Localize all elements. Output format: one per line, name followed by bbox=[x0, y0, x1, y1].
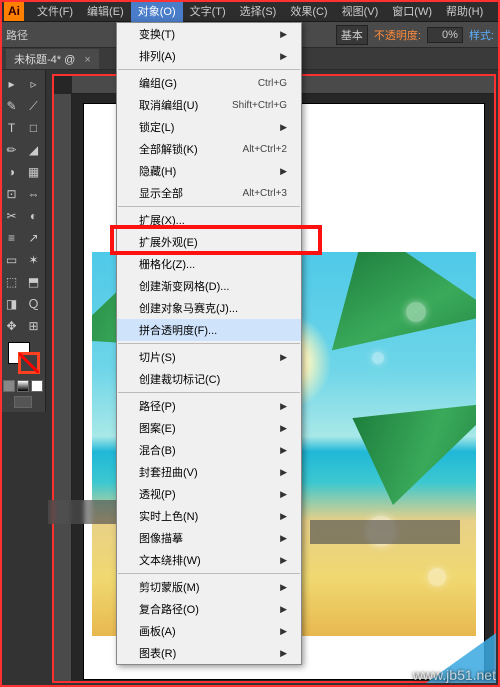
menu-item[interactable]: 扩展(X)... bbox=[117, 209, 301, 231]
tool-22[interactable]: ✥ bbox=[2, 316, 22, 336]
menu-item[interactable]: 剪切蒙版(M)▶ bbox=[117, 576, 301, 598]
tool-8[interactable]: ◑ bbox=[2, 162, 22, 182]
opacity-label: 不透明度: bbox=[374, 27, 421, 43]
tool-19[interactable]: ⬒ bbox=[24, 272, 44, 292]
tool-13[interactable]: ◐ bbox=[24, 206, 44, 226]
menu-item[interactable]: 锁定(L)▶ bbox=[117, 116, 301, 138]
tool-14[interactable]: ≡ bbox=[2, 228, 22, 248]
object-menu-dropdown: 变换(T)▶排列(A)▶ 编组(G)Ctrl+G取消编组(U)Shift+Ctrl… bbox=[116, 22, 302, 665]
tool-23[interactable]: ⊞ bbox=[24, 316, 44, 336]
tool-21[interactable]: Ｑ bbox=[24, 294, 44, 314]
tool-16[interactable]: ▭ bbox=[2, 250, 22, 270]
menu-item[interactable]: 栅格化(Z)... bbox=[117, 253, 301, 275]
menu-item[interactable]: 显示全部Alt+Ctrl+3 bbox=[117, 182, 301, 204]
menu-item[interactable]: 创建渐变网格(D)... bbox=[117, 275, 301, 297]
menu-8[interactable]: 帮助(H) bbox=[439, 0, 490, 22]
tool-5[interactable]: □ bbox=[24, 118, 44, 138]
tool-9[interactable]: ▦ bbox=[24, 162, 44, 182]
menu-7[interactable]: 窗口(W) bbox=[385, 0, 439, 22]
menu-2[interactable]: 对象(O) bbox=[131, 0, 183, 22]
tool-0[interactable]: ▸ bbox=[2, 74, 22, 94]
tab-title: 未标题-4* bbox=[14, 54, 61, 66]
menu-item[interactable]: 编组(G)Ctrl+G bbox=[117, 72, 301, 94]
menu-item[interactable]: 文本绕排(W)▶ bbox=[117, 549, 301, 571]
tool-11[interactable]: ⇔ bbox=[24, 184, 44, 204]
screen-mode-icon[interactable] bbox=[14, 396, 32, 408]
menu-4[interactable]: 选择(S) bbox=[233, 0, 284, 22]
menubar: Ai 文件(F)编辑(E)对象(O)文字(T)选择(S)效果(C)视图(V)窗口… bbox=[0, 0, 500, 22]
menu-item[interactable]: 取消编组(U)Shift+Ctrl+G bbox=[117, 94, 301, 116]
watermark-text: www.jb51.net bbox=[413, 667, 496, 683]
menu-item[interactable]: 创建裁切标记(C) bbox=[117, 368, 301, 390]
color-mode-icon[interactable] bbox=[3, 380, 15, 392]
app-logo: Ai bbox=[4, 1, 24, 21]
menu-item[interactable]: 混合(B)▶ bbox=[117, 439, 301, 461]
menu-6[interactable]: 视图(V) bbox=[335, 0, 386, 22]
color-swatches[interactable] bbox=[2, 342, 43, 378]
close-icon[interactable]: × bbox=[84, 54, 90, 66]
tool-20[interactable]: ◨ bbox=[2, 294, 22, 314]
ruler-vertical bbox=[54, 94, 72, 681]
menu-item[interactable]: 扩展外观(E) bbox=[117, 231, 301, 253]
menu-3[interactable]: 文字(T) bbox=[183, 0, 233, 22]
none-mode-icon[interactable] bbox=[31, 380, 43, 392]
menu-item[interactable]: 拼合透明度(F)... bbox=[117, 319, 301, 341]
menu-item[interactable]: 画板(A)▶ bbox=[117, 620, 301, 642]
stroke-basic[interactable]: 基本 bbox=[336, 25, 368, 45]
tool-3[interactable]: ⟋ bbox=[24, 96, 44, 116]
tool-6[interactable]: ✏ bbox=[2, 140, 22, 160]
menu-item[interactable]: 隐藏(H)▶ bbox=[117, 160, 301, 182]
tool-10[interactable]: ⊡ bbox=[2, 184, 22, 204]
tool-1[interactable]: ▹ bbox=[24, 74, 44, 94]
tool-12[interactable]: ✂ bbox=[2, 206, 22, 226]
menu-item[interactable]: 图像描摹▶ bbox=[117, 527, 301, 549]
gradient-mode-icon[interactable] bbox=[17, 380, 29, 392]
menu-0[interactable]: 文件(F) bbox=[30, 0, 80, 22]
tool-17[interactable]: ✶ bbox=[24, 250, 44, 270]
menu-item[interactable]: 图表(R)▶ bbox=[117, 642, 301, 664]
menu-item[interactable]: 图案(E)▶ bbox=[117, 417, 301, 439]
menu-item[interactable]: 实时上色(N)▶ bbox=[117, 505, 301, 527]
menu-item[interactable]: 变换(T)▶ bbox=[117, 23, 301, 45]
document-tab[interactable]: 未标题-4* @ × bbox=[6, 49, 99, 69]
path-label: 路径 bbox=[6, 27, 28, 43]
menu-item[interactable]: 全部解锁(K)Alt+Ctrl+2 bbox=[117, 138, 301, 160]
tool-18[interactable]: ⬚ bbox=[2, 272, 22, 292]
menu-5[interactable]: 效果(C) bbox=[283, 0, 334, 22]
tool-15[interactable]: ↗ bbox=[24, 228, 44, 248]
menu-1[interactable]: 编辑(E) bbox=[80, 0, 131, 22]
menu-item[interactable]: 路径(P)▶ bbox=[117, 395, 301, 417]
tool-4[interactable]: T bbox=[2, 118, 22, 138]
menu-item[interactable]: 透视(P)▶ bbox=[117, 483, 301, 505]
blur-overlay bbox=[310, 520, 460, 544]
opacity-input[interactable]: 0% bbox=[427, 27, 463, 43]
menu-item[interactable]: 封套扭曲(V)▶ bbox=[117, 461, 301, 483]
style-label: 样式: bbox=[469, 27, 494, 43]
stroke-swatch[interactable] bbox=[18, 352, 40, 374]
menu-item[interactable]: 排列(A)▶ bbox=[117, 45, 301, 67]
menu-item[interactable]: 切片(S)▶ bbox=[117, 346, 301, 368]
toolbox: ▸▹✎⟋T□✏◢◑▦⊡⇔✂◐≡↗▭✶⬚⬒◨Ｑ✥⊞ bbox=[0, 70, 46, 412]
tool-2[interactable]: ✎ bbox=[2, 96, 22, 116]
menu-item[interactable]: 复合路径(O)▶ bbox=[117, 598, 301, 620]
menu-item[interactable]: 创建对象马赛克(J)... bbox=[117, 297, 301, 319]
tab-zoom: @ bbox=[64, 54, 75, 66]
tool-7[interactable]: ◢ bbox=[24, 140, 44, 160]
